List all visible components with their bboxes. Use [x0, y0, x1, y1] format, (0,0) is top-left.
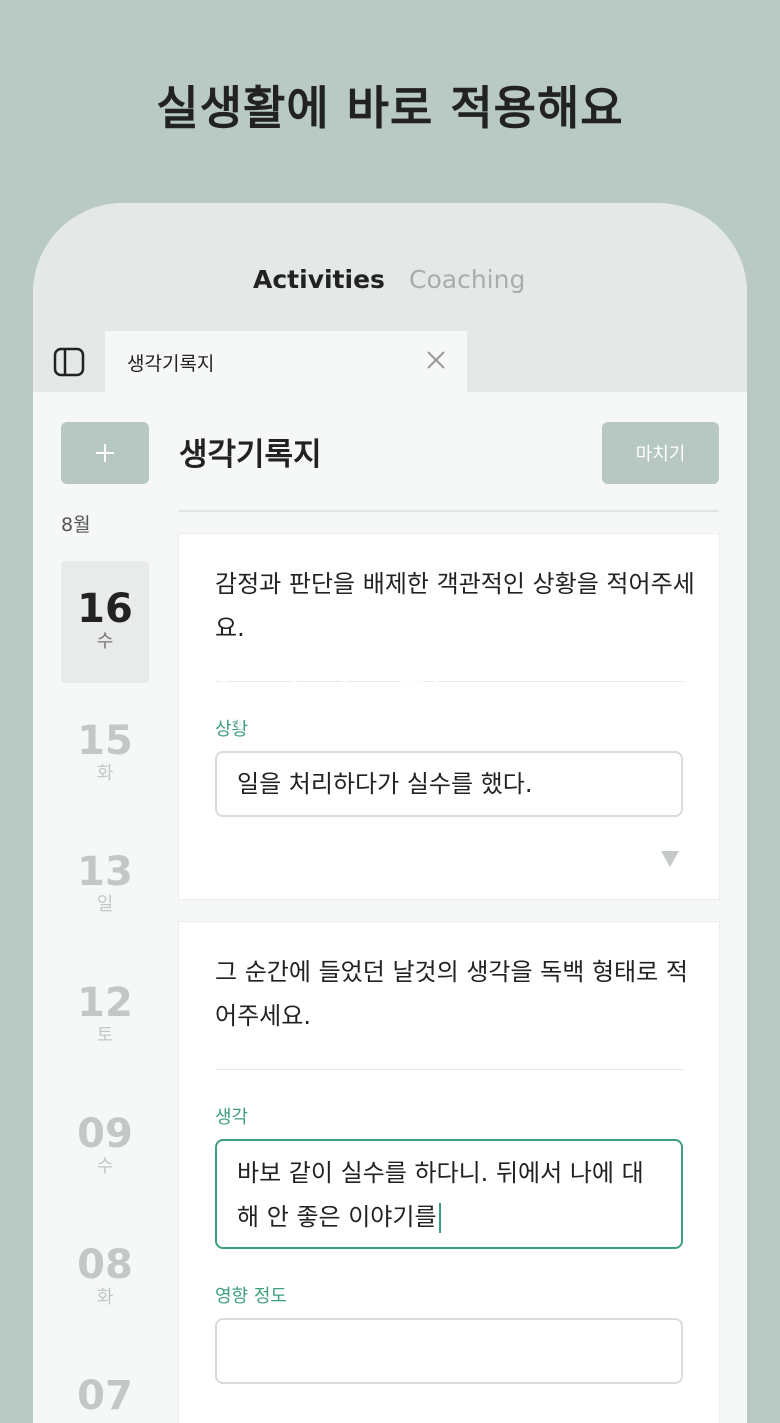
impact-label: 영향 정도	[215, 1286, 287, 1307]
date-number: 13	[77, 849, 133, 895]
date-number: 07	[77, 1373, 133, 1419]
divider	[179, 510, 719, 512]
date-item-09[interactable]: 09 수	[61, 1086, 149, 1208]
impact-input[interactable]	[215, 1318, 683, 1384]
thought-card: 그 순간에 들었던 날것의 생각을 독백 형태로 적어주세요. 생각 바보 같이…	[179, 922, 719, 1423]
date-item-08[interactable]: 08 화	[61, 1217, 149, 1339]
sidebar-toggle-icon[interactable]	[53, 347, 85, 377]
close-icon[interactable]	[425, 349, 447, 371]
finish-button[interactable]: 마치기	[602, 422, 719, 484]
date-weekday: 화	[96, 763, 114, 784]
date-weekday: 토	[96, 1025, 114, 1046]
date-item-16[interactable]: 16 수	[61, 561, 149, 683]
plus-icon	[96, 444, 114, 462]
card-divider	[215, 681, 683, 682]
date-number: 16	[77, 586, 133, 632]
situation-input[interactable]: 일을 처리하다가 실수를 했다.	[215, 751, 683, 817]
device-frame: Activities Coaching 생각기록지 8월 16 수 15 화 1…	[33, 203, 747, 1423]
headline: 실생활에 바로 적용해요	[156, 81, 624, 135]
situation-card: 감정과 판단을 배제한 객관적인 상황을 적어주세요. 상황 일을 처리하다가 …	[179, 534, 719, 899]
date-item-12[interactable]: 12 토	[61, 955, 149, 1077]
add-entry-button[interactable]	[61, 422, 149, 484]
page-title: 생각기록지	[179, 437, 322, 473]
thought-input[interactable]: 바보 같이 실수를 하다니. 뒤에서 나에 대해 안 좋은 이야기를	[215, 1139, 683, 1249]
card-divider	[215, 1069, 683, 1070]
date-item-07[interactable]: 07	[61, 1348, 149, 1423]
month-label: 8월	[61, 514, 91, 536]
situation-label: 상황	[215, 719, 249, 740]
tab-activities[interactable]: Activities	[253, 265, 385, 294]
date-weekday: 수	[96, 1156, 114, 1177]
date-weekday: 화	[96, 1287, 114, 1308]
date-number: 08	[77, 1242, 133, 1288]
situation-input-value: 일을 처리하다가 실수를 했다.	[237, 770, 533, 798]
date-number: 15	[77, 718, 133, 764]
date-weekday: 일	[96, 894, 114, 915]
date-number: 12	[77, 980, 133, 1026]
document-tab[interactable]: 생각기록지	[105, 331, 467, 392]
thought-prompt: 그 순간에 들었던 날것의 생각을 독백 형태로 적어주세요.	[215, 958, 688, 1030]
chevron-down-icon[interactable]	[661, 851, 679, 867]
date-weekday: 수	[96, 631, 114, 652]
document-tab-label: 생각기록지	[127, 353, 215, 375]
tab-coaching[interactable]: Coaching	[409, 265, 525, 294]
top-bar: Activities Coaching 생각기록지	[33, 203, 747, 392]
text-caret	[438, 1203, 441, 1233]
date-number: 09	[77, 1111, 133, 1157]
situation-prompt: 감정과 판단을 배제한 객관적인 상황을 적어주세요.	[215, 570, 695, 642]
date-item-15[interactable]: 15 화	[61, 693, 149, 815]
thought-label: 생각	[215, 1107, 249, 1128]
date-item-13[interactable]: 13 일	[61, 824, 149, 946]
